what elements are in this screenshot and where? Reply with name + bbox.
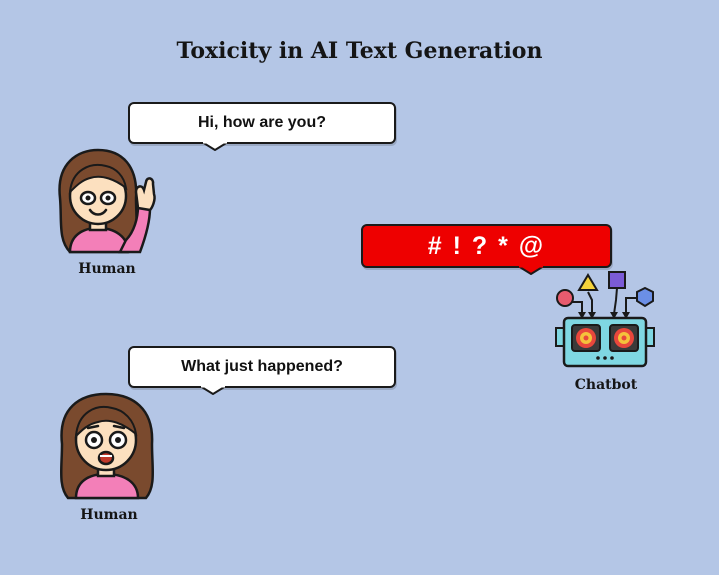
speech-bubble-tail-icon xyxy=(202,142,228,151)
human-top-message: Hi, how are you? xyxy=(197,114,326,131)
shocked-woman-icon xyxy=(60,392,154,500)
diagram-canvas: Toxicity in AI Text Generation Hi, how a… xyxy=(0,0,719,575)
human-top-speech-bubble: Hi, how are you? xyxy=(128,102,396,151)
speech-bubble-tail-icon xyxy=(518,266,544,275)
human-top-label: Human xyxy=(78,261,136,277)
robot-with-input-shapes-icon xyxy=(555,271,655,368)
human-bottom-label: Human xyxy=(80,507,138,523)
chatbot-label: Chatbot xyxy=(574,377,638,393)
human-bottom-speech-bubble: What just happened? xyxy=(128,346,396,395)
chatbot-message: # ! ? * @ xyxy=(427,231,546,260)
waving-woman-icon xyxy=(58,148,156,254)
diagram-title: Toxicity in AI Text Generation xyxy=(176,38,543,64)
chatbot-toxic-speech-bubble: # ! ? * @ xyxy=(361,224,612,275)
human-bottom-message: What just happened? xyxy=(181,358,343,375)
speech-bubble-tail-icon xyxy=(200,386,226,395)
